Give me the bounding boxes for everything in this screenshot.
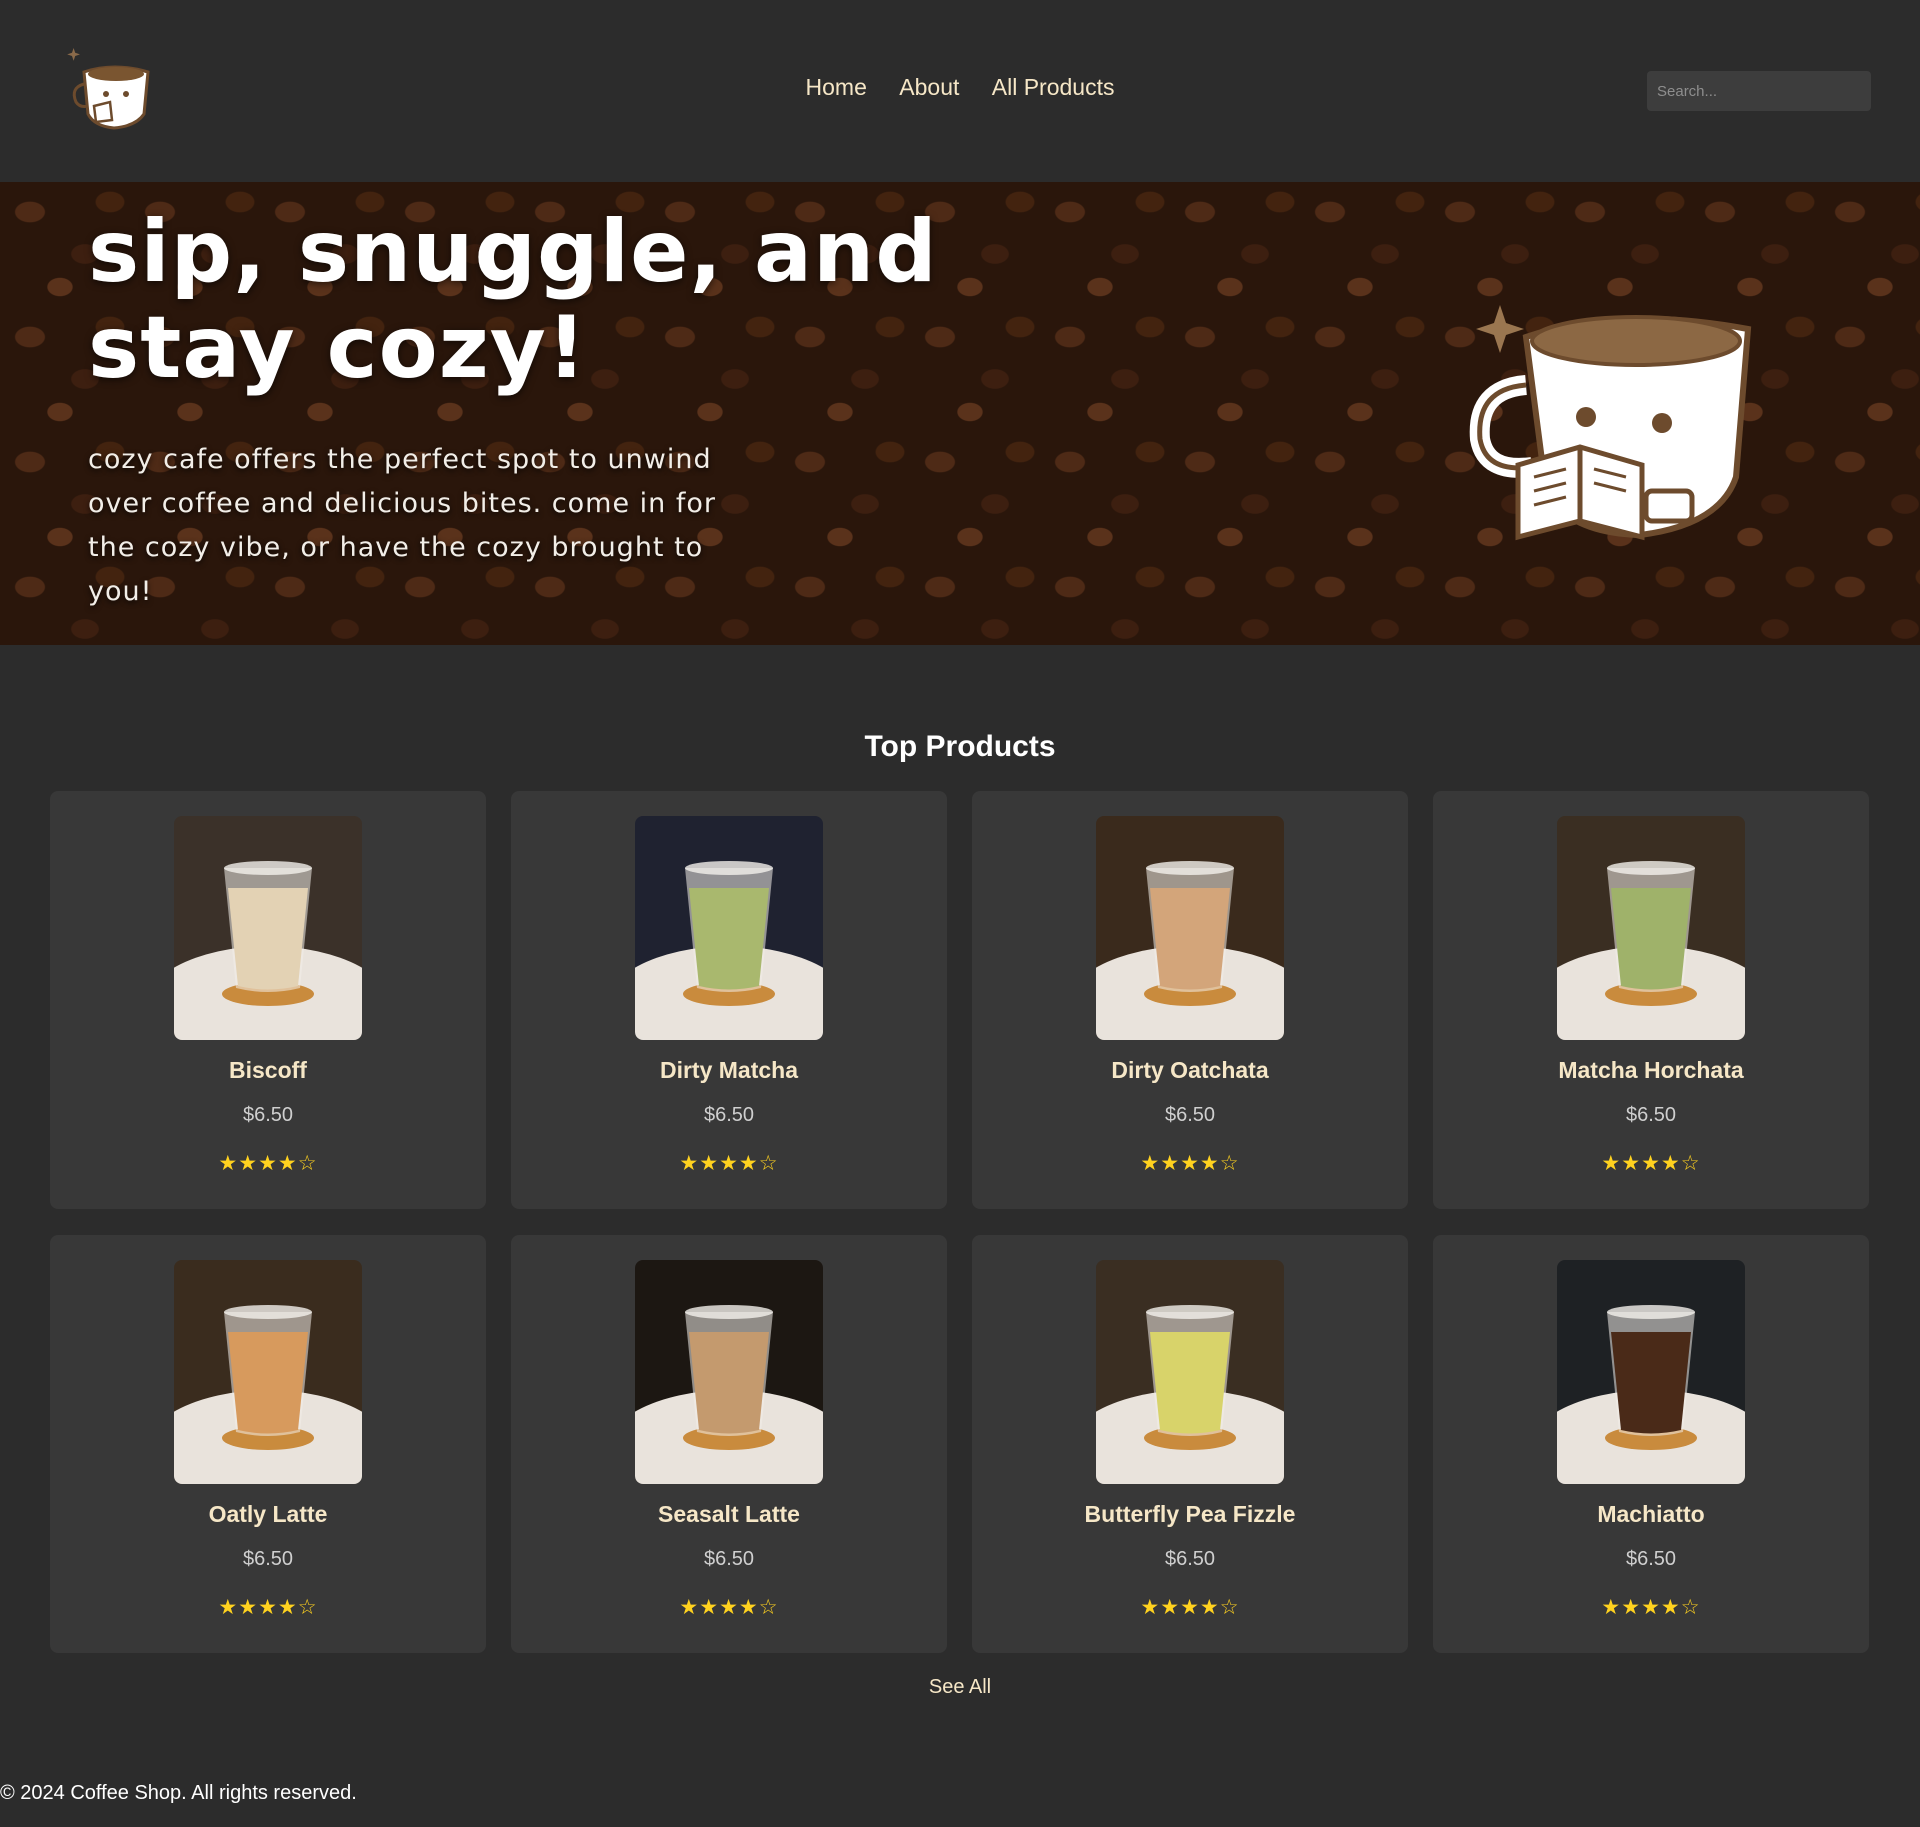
star-empty-icon: ☆ bbox=[1680, 1151, 1701, 1175]
star-rating: ★★★★☆ bbox=[1433, 1595, 1869, 1619]
nav-all-products-link[interactable]: All Products bbox=[992, 74, 1115, 100]
star-filled-icon: ★ bbox=[1660, 1595, 1681, 1619]
star-rating: ★★★★☆ bbox=[972, 1151, 1408, 1175]
product-image[interactable] bbox=[635, 816, 823, 1040]
product-name[interactable]: Matcha Horchata bbox=[1433, 1057, 1869, 1084]
product-card-seasalt-latte[interactable]: Seasalt Latte $6.50 ★★★★☆ bbox=[511, 1235, 947, 1653]
product-name[interactable]: Oatly Latte bbox=[50, 1501, 486, 1528]
star-empty-icon: ☆ bbox=[1680, 1595, 1701, 1619]
site-header: Home About All Products bbox=[0, 0, 1920, 182]
star-filled-icon: ★ bbox=[699, 1595, 720, 1619]
star-filled-icon: ★ bbox=[738, 1151, 759, 1175]
hero-description: cozy cafe offers the perfect spot to unw… bbox=[88, 444, 716, 607]
star-empty-icon: ☆ bbox=[297, 1151, 318, 1175]
star-filled-icon: ★ bbox=[1601, 1151, 1622, 1175]
hero-banner: sip, snuggle, and stay cozy! cozy cafe o… bbox=[0, 182, 1920, 645]
star-filled-icon: ★ bbox=[1199, 1151, 1220, 1175]
star-empty-icon: ☆ bbox=[758, 1595, 779, 1619]
star-filled-icon: ★ bbox=[218, 1595, 239, 1619]
star-rating: ★★★★☆ bbox=[511, 1595, 947, 1619]
product-image[interactable] bbox=[1557, 816, 1745, 1040]
product-price: $6.50 bbox=[1164, 1104, 1216, 1126]
star-filled-icon: ★ bbox=[1160, 1595, 1181, 1619]
star-empty-icon: ☆ bbox=[1219, 1151, 1240, 1175]
star-empty-icon: ☆ bbox=[1219, 1595, 1240, 1619]
star-filled-icon: ★ bbox=[1180, 1151, 1200, 1175]
product-price: $6.50 bbox=[703, 1548, 755, 1570]
product-name[interactable]: Biscoff bbox=[50, 1057, 486, 1084]
product-name[interactable]: Dirty Matcha bbox=[511, 1057, 947, 1084]
star-filled-icon: ★ bbox=[1140, 1151, 1161, 1175]
footer-copyright: © 2024 Coffee Shop. All rights reserved. bbox=[0, 1782, 357, 1804]
star-filled-icon: ★ bbox=[1199, 1595, 1220, 1619]
star-filled-icon: ★ bbox=[699, 1151, 720, 1175]
product-card-dirty-oatchata[interactable]: Dirty Oatchata $6.50 ★★★★☆ bbox=[972, 791, 1408, 1209]
product-name[interactable]: Machiatto bbox=[1433, 1501, 1869, 1528]
star-filled-icon: ★ bbox=[258, 1595, 278, 1619]
product-image[interactable] bbox=[174, 816, 362, 1040]
star-filled-icon: ★ bbox=[1641, 1151, 1661, 1175]
hero-title: sip, snuggle, and stay cozy! bbox=[88, 202, 938, 398]
see-all-container: See All bbox=[0, 1676, 1920, 1699]
star-rating: ★★★★☆ bbox=[972, 1595, 1408, 1619]
product-image[interactable] bbox=[1557, 1260, 1745, 1484]
product-price: $6.50 bbox=[703, 1104, 755, 1126]
star-filled-icon: ★ bbox=[1601, 1595, 1622, 1619]
product-card-oatly-latte[interactable]: Oatly Latte $6.50 ★★★★☆ bbox=[50, 1235, 486, 1653]
star-rating: ★★★★☆ bbox=[50, 1595, 486, 1619]
main-nav: Home About All Products bbox=[0, 74, 1920, 101]
product-image[interactable] bbox=[1096, 1260, 1284, 1484]
product-image[interactable] bbox=[1096, 816, 1284, 1040]
star-rating: ★★★★☆ bbox=[50, 1151, 486, 1175]
star-filled-icon: ★ bbox=[679, 1595, 700, 1619]
nav-about-link[interactable]: About bbox=[899, 74, 959, 100]
star-filled-icon: ★ bbox=[1621, 1595, 1642, 1619]
product-grid: Biscoff $6.50 ★★★★☆ Dirty Matcha $6.50 ★★★★☆ D… bbox=[50, 791, 1870, 1653]
product-name[interactable]: Butterfly Pea Fizzle bbox=[972, 1501, 1408, 1528]
star-filled-icon: ★ bbox=[218, 1151, 239, 1175]
product-image[interactable] bbox=[174, 1260, 362, 1484]
star-filled-icon: ★ bbox=[238, 1151, 259, 1175]
product-card-matcha-horchata[interactable]: Matcha Horchata $6.50 ★★★★☆ bbox=[1433, 791, 1869, 1209]
product-card-biscoff[interactable]: Biscoff $6.50 ★★★★☆ bbox=[50, 791, 486, 1209]
star-filled-icon: ★ bbox=[1180, 1595, 1200, 1619]
star-filled-icon: ★ bbox=[277, 1151, 298, 1175]
star-filled-icon: ★ bbox=[719, 1151, 739, 1175]
star-rating: ★★★★☆ bbox=[511, 1151, 947, 1175]
product-card-machiatto[interactable]: Machiatto $6.50 ★★★★☆ bbox=[1433, 1235, 1869, 1653]
star-filled-icon: ★ bbox=[679, 1151, 700, 1175]
product-price: $6.50 bbox=[1625, 1548, 1677, 1570]
product-image[interactable] bbox=[635, 1260, 823, 1484]
product-card-butterfly-pea-fizzle[interactable]: Butterfly Pea Fizzle $6.50 ★★★★☆ bbox=[972, 1235, 1408, 1653]
star-filled-icon: ★ bbox=[1641, 1595, 1661, 1619]
see-all-link[interactable]: See All bbox=[929, 1676, 991, 1698]
star-empty-icon: ☆ bbox=[297, 1595, 318, 1619]
product-price: $6.50 bbox=[242, 1548, 294, 1570]
search-input[interactable] bbox=[1647, 71, 1871, 111]
star-filled-icon: ★ bbox=[738, 1595, 759, 1619]
star-filled-icon: ★ bbox=[1160, 1151, 1181, 1175]
star-filled-icon: ★ bbox=[1140, 1595, 1161, 1619]
product-price: $6.50 bbox=[1625, 1104, 1677, 1126]
top-products-heading: Top Products bbox=[864, 730, 1056, 763]
star-empty-icon: ☆ bbox=[758, 1151, 779, 1175]
cozy-mug-reading-icon bbox=[1469, 305, 1752, 541]
star-filled-icon: ★ bbox=[719, 1595, 739, 1619]
product-price: $6.50 bbox=[242, 1104, 294, 1126]
product-name[interactable]: Seasalt Latte bbox=[511, 1501, 947, 1528]
product-name[interactable]: Dirty Oatchata bbox=[972, 1057, 1408, 1084]
star-filled-icon: ★ bbox=[238, 1595, 259, 1619]
nav-home-link[interactable]: Home bbox=[806, 74, 867, 100]
star-rating: ★★★★☆ bbox=[1433, 1151, 1869, 1175]
product-card-dirty-matcha[interactable]: Dirty Matcha $6.50 ★★★★☆ bbox=[511, 791, 947, 1209]
product-price: $6.50 bbox=[1164, 1548, 1216, 1570]
star-filled-icon: ★ bbox=[277, 1595, 298, 1619]
star-filled-icon: ★ bbox=[1621, 1151, 1642, 1175]
star-filled-icon: ★ bbox=[1660, 1151, 1681, 1175]
star-filled-icon: ★ bbox=[258, 1151, 278, 1175]
